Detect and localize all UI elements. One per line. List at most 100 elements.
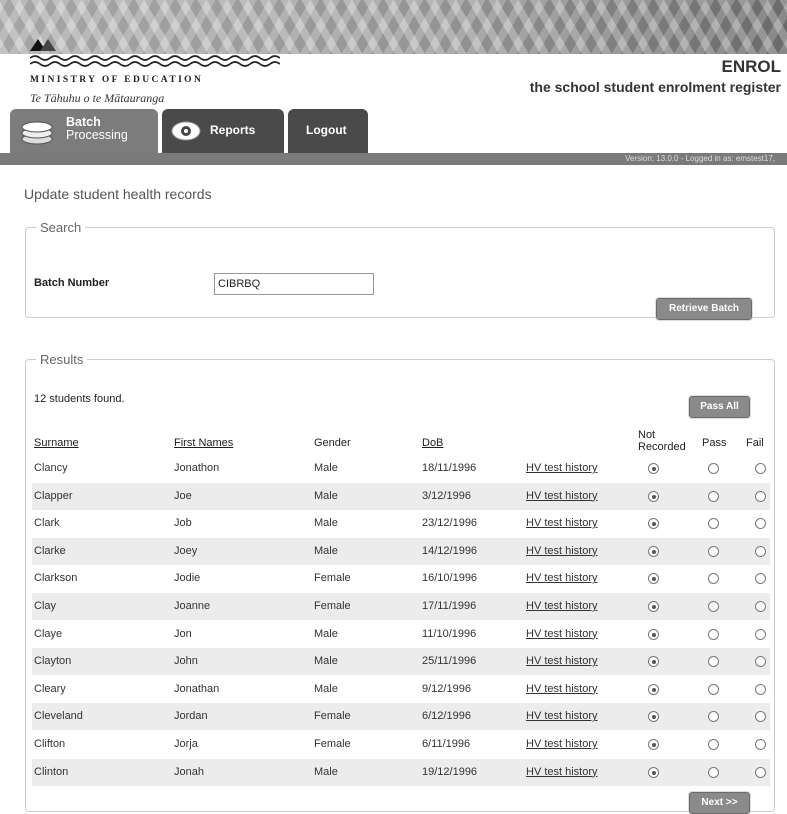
- batch-number-label: Batch Number: [34, 277, 110, 289]
- hv-test-history-link[interactable]: HV test history: [526, 710, 598, 722]
- not-recorded-radio[interactable]: [648, 711, 659, 723]
- dob-cell: 3/12/1996: [422, 489, 471, 502]
- tab-reports-label: Reports: [210, 123, 256, 137]
- pass-radio[interactable]: [708, 628, 719, 640]
- surname-cell: Clayton: [34, 655, 72, 668]
- not-recorded-radio[interactable]: [648, 518, 659, 530]
- first-names-cell: Jonathan: [174, 682, 220, 695]
- pass-radio[interactable]: [708, 573, 719, 585]
- fail-radio[interactable]: [755, 490, 766, 502]
- first-names-cell: Jodie: [174, 572, 201, 585]
- pass-radio[interactable]: [708, 490, 719, 502]
- not-recorded-radio[interactable]: [648, 656, 659, 668]
- tab-batch-processing[interactable]: Batch Processing: [10, 109, 158, 157]
- hv-test-history-link[interactable]: HV test history: [526, 766, 598, 778]
- dob-cell: 23/12/1996: [422, 517, 478, 530]
- hv-test-history-link[interactable]: HV test history: [526, 628, 598, 640]
- table-row: Clarkson Jodie Female 16/10/1996 HV test his…: [32, 565, 770, 592]
- dob-cell: 6/11/1996: [422, 738, 471, 750]
- not-recorded-radio[interactable]: [648, 683, 659, 695]
- fail-radio[interactable]: [755, 683, 766, 695]
- not-recorded-radio[interactable]: [648, 628, 659, 640]
- eye-icon: [171, 121, 201, 141]
- hv-test-history-link[interactable]: HV test history: [526, 683, 598, 695]
- dob-cell: 14/12/1996: [422, 544, 478, 557]
- not-recorded-radio[interactable]: [648, 739, 659, 750]
- not-recorded-radio[interactable]: [648, 766, 659, 778]
- results-table-header: Surname First Names Gender DoB Not Record…: [26, 423, 774, 453]
- surname-cell: Clay: [34, 600, 57, 612]
- retrieve-batch-button[interactable]: Retrieve Batch: [655, 297, 753, 321]
- table-row: Clinton Jonah Male 19/12/1996 HV test histor…: [32, 758, 770, 786]
- gender-cell: Male: [314, 462, 338, 474]
- table-row: Clayton John Male 25/11/1996 HV test history: [32, 648, 770, 676]
- fail-radio[interactable]: [755, 656, 766, 668]
- fail-radio[interactable]: [755, 545, 766, 557]
- pass-radio[interactable]: [708, 739, 719, 750]
- fail-radio[interactable]: [755, 711, 766, 723]
- mountain-logo-icon: [30, 39, 56, 51]
- surname-cell: Clinton: [34, 765, 69, 778]
- first-names-cell: Joanne: [174, 600, 211, 612]
- gender-cell: Male: [314, 627, 338, 640]
- not-recorded-radio[interactable]: [648, 573, 659, 585]
- ministry-logo: MINISTRY OF EDUCATION Te Tāhuhu o te Māt…: [30, 38, 290, 108]
- column-pass-header: Pass: [702, 437, 727, 449]
- surname-cell: Clarke: [34, 544, 66, 557]
- tab-logout-label: Logout: [306, 123, 347, 137]
- app-subtitle: the school student enrolment register: [529, 79, 781, 95]
- column-first-names-header[interactable]: First Names: [174, 437, 233, 449]
- fail-radio[interactable]: [755, 573, 766, 585]
- dob-cell: 6/12/1996: [422, 710, 471, 723]
- hv-test-history-link[interactable]: HV test history: [526, 545, 598, 557]
- pass-radio[interactable]: [708, 656, 719, 668]
- table-row: Cleary Jonathan Male 9/12/1996 HV test histo…: [32, 676, 770, 703]
- app-name: ENROL: [721, 57, 782, 76]
- tab-batch-processing-label: Batch Processing: [66, 115, 128, 142]
- hv-test-history-link[interactable]: HV test history: [526, 738, 598, 750]
- pass-all-button[interactable]: Pass All: [688, 395, 751, 419]
- not-recorded-radio[interactable]: [648, 490, 659, 502]
- first-names-cell: John: [174, 655, 198, 668]
- next-page-button[interactable]: Next >>: [688, 791, 751, 814]
- fail-radio[interactable]: [755, 628, 766, 640]
- search-legend: Search: [40, 220, 82, 235]
- batch-number-input[interactable]: [214, 273, 374, 295]
- ministry-name: MINISTRY OF EDUCATION: [30, 75, 204, 85]
- pass-radio[interactable]: [708, 463, 719, 474]
- fail-radio[interactable]: [755, 463, 766, 474]
- not-recorded-radio[interactable]: [648, 601, 659, 612]
- column-surname-header[interactable]: Surname: [34, 437, 79, 449]
- pass-radio[interactable]: [708, 601, 719, 612]
- tab-reports[interactable]: Reports: [162, 109, 284, 153]
- fail-radio[interactable]: [755, 518, 766, 530]
- hv-test-history-link[interactable]: HV test history: [526, 490, 598, 502]
- gender-cell: Female: [314, 710, 351, 723]
- first-names-cell: Joe: [174, 489, 192, 502]
- pass-radio[interactable]: [708, 683, 719, 695]
- hv-test-history-link[interactable]: HV test history: [526, 600, 598, 612]
- pass-radio[interactable]: [708, 545, 719, 557]
- fail-radio[interactable]: [755, 739, 766, 750]
- pass-radio[interactable]: [708, 766, 719, 778]
- hv-test-history-link[interactable]: HV test history: [526, 462, 598, 474]
- wave-logo-icon: [30, 55, 280, 67]
- table-row: Clarke Joey Male 14/12/1996 HV test history: [32, 537, 770, 565]
- tab-logout[interactable]: Logout: [288, 109, 368, 153]
- table-row: Clapper Joe Male 3/12/1996 HV test history: [32, 482, 770, 510]
- surname-cell: Cleveland: [34, 710, 83, 723]
- pass-radio[interactable]: [708, 518, 719, 530]
- hv-test-history-link[interactable]: HV test history: [526, 572, 598, 584]
- column-dob-header[interactable]: DoB: [422, 437, 443, 449]
- not-recorded-radio[interactable]: [648, 463, 659, 474]
- results-legend: Results: [40, 352, 84, 367]
- fail-radio[interactable]: [755, 601, 766, 612]
- first-names-cell: Jorja: [174, 738, 198, 750]
- hv-test-history-link[interactable]: HV test history: [526, 655, 598, 667]
- first-names-cell: Job: [174, 517, 192, 530]
- fail-radio[interactable]: [755, 766, 766, 778]
- pass-radio[interactable]: [708, 711, 719, 723]
- hv-test-history-link[interactable]: HV test history: [526, 517, 598, 529]
- gender-cell: Female: [314, 572, 351, 585]
- not-recorded-radio[interactable]: [648, 545, 659, 557]
